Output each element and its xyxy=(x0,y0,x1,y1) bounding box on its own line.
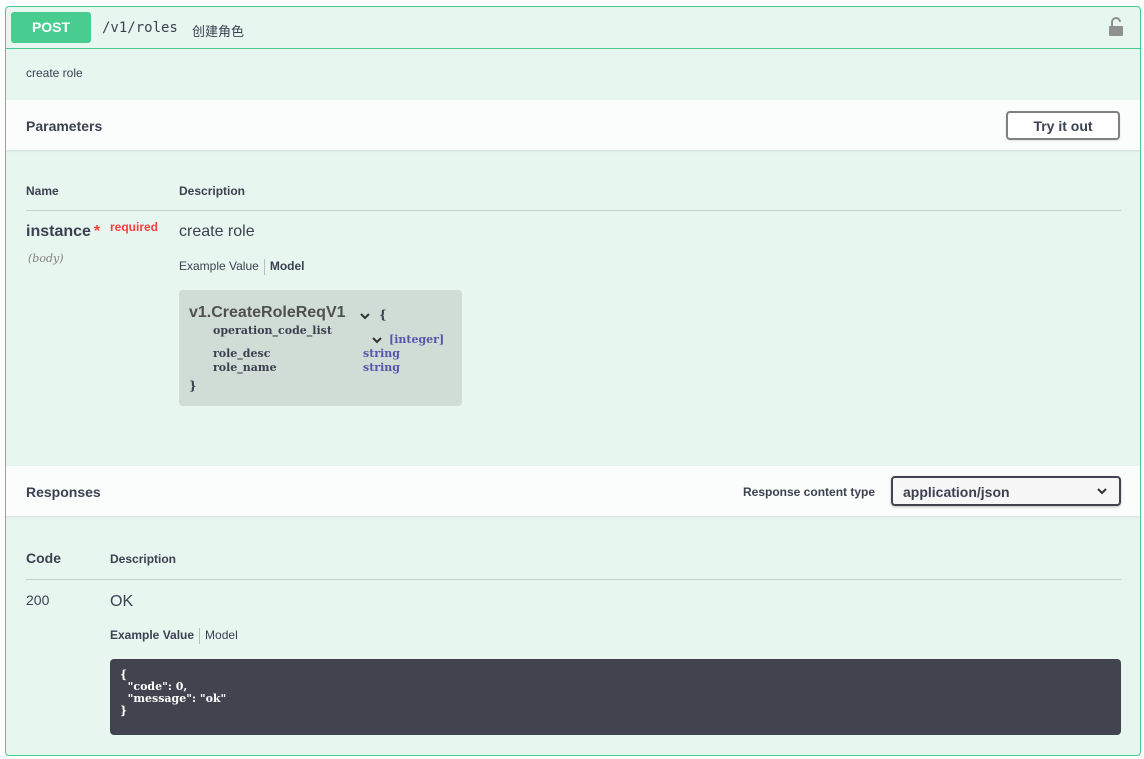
operation-summary-text: 创建角色 xyxy=(192,24,245,39)
model-box: v1.CreateRoleReqV1 { operation_code_list… xyxy=(179,290,462,406)
tab-model[interactable]: Model xyxy=(205,628,238,642)
tab-example-value[interactable]: Example Value xyxy=(110,628,194,642)
parameters-header: Parameters Try it out xyxy=(6,100,1140,150)
prop-type: string xyxy=(363,347,400,360)
required-star: * xyxy=(93,223,101,240)
param-description: create role xyxy=(179,223,255,240)
try-it-out-button[interactable]: Try it out xyxy=(1006,111,1120,140)
model-close-brace: } xyxy=(189,379,197,393)
prop-name: role_name xyxy=(213,361,277,374)
resp-col-description: Description xyxy=(110,552,177,566)
operation-path: /v1/roles xyxy=(102,20,178,36)
param-name-text: instance xyxy=(26,223,91,240)
param-col-name: Name xyxy=(26,184,59,198)
param-example-tabs: Example Value Model xyxy=(179,259,305,275)
param-name: instance * xyxy=(26,223,100,241)
model-name: v1.CreateRoleReqV1 xyxy=(189,304,346,321)
required-label: required xyxy=(110,220,159,234)
response-content-type-select[interactable]: application/json xyxy=(891,476,1121,506)
chevron-down-icon[interactable] xyxy=(360,312,370,320)
operation-block: POST /v1/roles 创建角色 create role Paramete… xyxy=(5,6,1141,756)
param-location: (body) xyxy=(28,252,64,265)
tab-example-value[interactable]: Example Value xyxy=(179,259,259,273)
tab-separator xyxy=(199,628,201,644)
prop-type: string xyxy=(363,361,400,374)
response-code: 200 xyxy=(26,592,50,608)
response-description: OK xyxy=(110,593,134,610)
chevron-down-icon xyxy=(1097,488,1107,495)
param-col-description: Description xyxy=(179,184,246,198)
response-example-tabs: Example Value Model xyxy=(110,628,238,644)
example-json: { "code": 0, "message": "ok" } xyxy=(120,668,227,717)
responses-title: Responses xyxy=(26,484,101,500)
model-title[interactable]: v1.CreateRoleReqV1 xyxy=(189,304,346,322)
select-value: application/json xyxy=(903,484,1010,500)
method-badge: POST xyxy=(11,12,91,43)
response-content-type-label: Response content type xyxy=(743,485,876,499)
param-divider xyxy=(26,210,1121,211)
model-open-brace: { xyxy=(379,308,387,322)
parameters-title: Parameters xyxy=(26,118,103,134)
tab-separator xyxy=(263,259,265,275)
tab-model[interactable]: Model xyxy=(270,259,305,273)
response-divider xyxy=(26,579,1121,580)
example-value-box: { "code": 0, "message": "ok" } xyxy=(110,659,1121,735)
resp-col-code: Code xyxy=(26,550,61,566)
unlock-icon[interactable] xyxy=(1108,17,1124,37)
operation-summary[interactable]: POST /v1/roles 创建角色 xyxy=(6,7,1140,49)
prop-name: operation_code_list xyxy=(213,324,332,337)
prop-name: role_desc xyxy=(213,347,271,360)
chevron-down-icon[interactable] xyxy=(372,336,382,344)
operation-description: create role xyxy=(26,66,83,80)
prop-type: [integer] xyxy=(389,333,445,346)
